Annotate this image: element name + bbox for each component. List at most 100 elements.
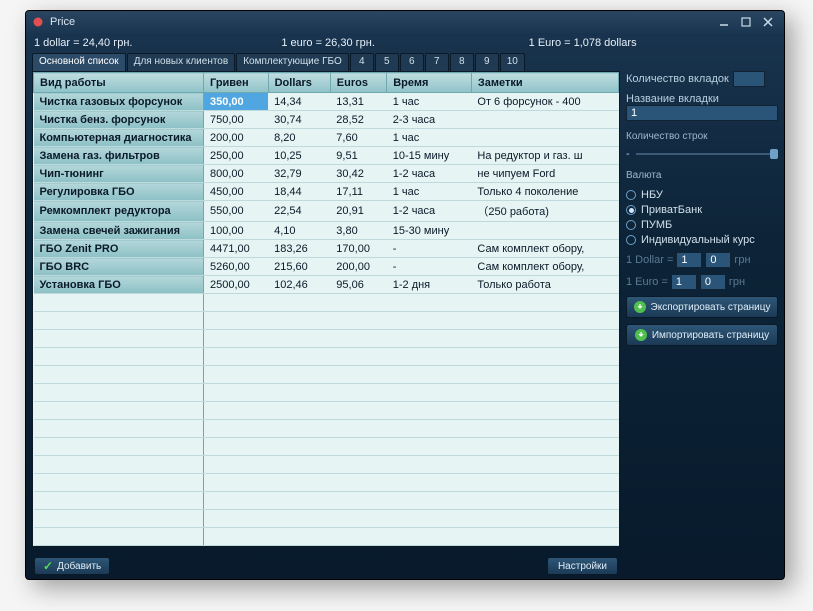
dollar-frac-input[interactable] (705, 252, 731, 268)
cell[interactable]: 200,00 (204, 129, 269, 147)
table-row[interactable]: Установка ГБО2500,00102,4695,061-2 дняТо… (34, 276, 619, 294)
col-header-1[interactable]: Гривен (204, 73, 269, 93)
table-row[interactable] (34, 474, 619, 492)
row-label[interactable]: Чип-тюнинг (34, 165, 204, 183)
cell[interactable]: 9,51 (330, 147, 386, 165)
cell[interactable]: 183,26 (268, 240, 330, 258)
table-row[interactable] (34, 492, 619, 510)
cell[interactable]: Сам комплект обору, (471, 240, 618, 258)
table-row[interactable] (34, 348, 619, 366)
col-header-3[interactable]: Euros (330, 73, 386, 93)
cell[interactable]: 550,00 (204, 201, 269, 222)
tab-count-select[interactable] (733, 71, 765, 87)
tab-8[interactable]: 9 (475, 53, 499, 71)
close-button[interactable] (758, 15, 778, 29)
cell[interactable]: 170,00 (330, 240, 386, 258)
cell[interactable]: 350,00 (204, 93, 269, 111)
table-row[interactable] (34, 438, 619, 456)
cell[interactable]: 14,34 (268, 93, 330, 111)
currency-radio-1[interactable]: ПриватБанк (626, 204, 778, 216)
table-row[interactable]: Регулировка ГБО450,0018,4417,111 часТоль… (34, 183, 619, 201)
table-row[interactable]: ГБО BRC5260,00215,60200,00-Сам комплект … (34, 258, 619, 276)
tab-3[interactable]: 4 (350, 53, 374, 71)
table-row[interactable] (34, 528, 619, 546)
export-button[interactable]: Экспортировать страницу (626, 296, 778, 318)
table-row[interactable]: Замена газ. фильтров250,0010,259,5110-15… (34, 147, 619, 165)
currency-radio-0[interactable]: НБУ (626, 189, 778, 201)
row-label[interactable]: Чистка бенз. форсунок (34, 111, 204, 129)
cell[interactable]: 200,00 (330, 258, 386, 276)
row-count-slider[interactable]: - (626, 148, 778, 160)
table-row[interactable] (34, 294, 619, 312)
row-label[interactable]: Компьютерная диагностика (34, 129, 204, 147)
cell[interactable]: 32,79 (268, 165, 330, 183)
currency-radio-2[interactable]: ПУМБ (626, 219, 778, 231)
cell[interactable]: От 6 форсунок - 400 (471, 93, 618, 111)
cell[interactable]: 1-2 дня (387, 276, 472, 294)
cell[interactable]: 30,42 (330, 165, 386, 183)
table-row[interactable] (34, 510, 619, 528)
cell[interactable]: 800,00 (204, 165, 269, 183)
row-label[interactable]: ГБО BRC (34, 258, 204, 276)
table-row[interactable] (34, 420, 619, 438)
table-row[interactable] (34, 312, 619, 330)
cell[interactable] (471, 129, 618, 147)
currency-radio-3[interactable]: Индивидуальный курс (626, 234, 778, 246)
cell[interactable]: 22,54 (268, 201, 330, 222)
cell[interactable]: 8,20 (268, 129, 330, 147)
table-row[interactable] (34, 366, 619, 384)
tab-1[interactable]: Для новых клиентов (127, 53, 236, 71)
row-label[interactable]: Регулировка ГБО (34, 183, 204, 201)
cell[interactable]: 1 час (387, 183, 472, 201)
cell[interactable]: 20,91 (330, 201, 386, 222)
row-label[interactable]: Ремкомплект редуктора (34, 201, 204, 222)
tab-0[interactable]: Основной список (32, 53, 126, 71)
cell[interactable]: На редуктор и газ. ш (471, 147, 618, 165)
cell[interactable]: 2-3 часа (387, 111, 472, 129)
maximize-button[interactable] (736, 15, 756, 29)
table-row[interactable]: Чип-тюнинг800,0032,7930,421-2 часане чип… (34, 165, 619, 183)
col-header-5[interactable]: Заметки (471, 73, 618, 93)
cell[interactable]: 95,06 (330, 276, 386, 294)
cell[interactable]: 5260,00 (204, 258, 269, 276)
cell[interactable]: 13,31 (330, 93, 386, 111)
row-label[interactable]: Установка ГБО (34, 276, 204, 294)
cell[interactable]: 450,00 (204, 183, 269, 201)
tab-name-input[interactable] (626, 105, 778, 121)
cell[interactable]: 17,11 (330, 183, 386, 201)
tab-2[interactable]: Комплектующие ГБО (236, 53, 349, 71)
cell[interactable]: 10-15 мину (387, 147, 472, 165)
cell[interactable]: 30,74 (268, 111, 330, 129)
cell[interactable]: 250,00 (204, 147, 269, 165)
euro-frac-input[interactable] (700, 274, 726, 290)
cell[interactable]: 2500,00 (204, 276, 269, 294)
table-row[interactable]: Чистка бенз. форсунок750,0030,7428,522-3… (34, 111, 619, 129)
cell[interactable]: Сам комплект обору, (471, 258, 618, 276)
table-row[interactable]: Замена свечей зажигания100,004,103,8015-… (34, 222, 619, 240)
cell[interactable]: 100,00 (204, 222, 269, 240)
cell[interactable]: 750,00 (204, 111, 269, 129)
cell[interactable]: 1 час (387, 93, 472, 111)
import-button[interactable]: Импортировать страницу (626, 324, 778, 346)
table-row[interactable] (34, 330, 619, 348)
cell[interactable]: 28,52 (330, 111, 386, 129)
table-row[interactable] (34, 384, 619, 402)
col-header-4[interactable]: Время (387, 73, 472, 93)
table-row[interactable]: Чистка газовых форсунок350,0014,3413,311… (34, 93, 619, 111)
cell[interactable]: 1 час (387, 129, 472, 147)
tab-6[interactable]: 7 (425, 53, 449, 71)
settings-button[interactable]: Настройки (547, 557, 618, 575)
cell[interactable]: 1-2 часа (387, 201, 472, 222)
row-label[interactable]: Замена свечей зажигания (34, 222, 204, 240)
row-label[interactable]: Чистка газовых форсунок (34, 93, 204, 111)
col-header-2[interactable]: Dollars (268, 73, 330, 93)
cell[interactable] (471, 222, 618, 240)
tab-7[interactable]: 8 (450, 53, 474, 71)
cell[interactable]: Только 4 поколение (471, 183, 618, 201)
cell[interactable]: 7,60 (330, 129, 386, 147)
tab-9[interactable]: 10 (500, 53, 525, 71)
table-row[interactable]: Компьютерная диагностика200,008,207,601 … (34, 129, 619, 147)
cell[interactable]: - (387, 240, 472, 258)
cell[interactable] (471, 111, 618, 129)
cell[interactable]: 1-2 часа (387, 165, 472, 183)
